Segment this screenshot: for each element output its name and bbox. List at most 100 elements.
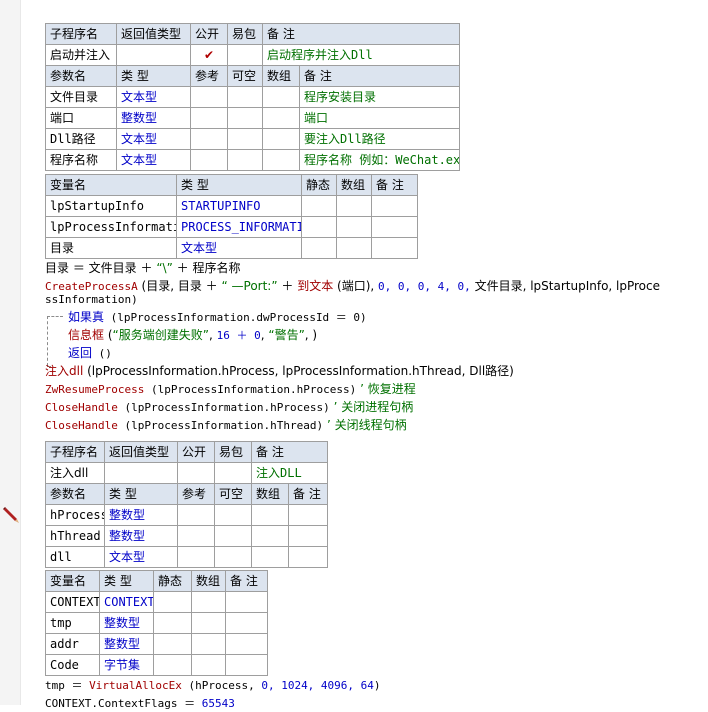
param-array[interactable] (251, 504, 289, 526)
code-line[interactable]: 信息框 (“服务端创建失败”, 16 ＋ 0, “警告”, ) (68, 327, 317, 344)
param-type[interactable]: 整数型 (104, 504, 178, 526)
param-array[interactable] (262, 128, 300, 150)
param-array[interactable] (251, 546, 289, 568)
var-name[interactable]: lpProcessInformation (45, 216, 177, 238)
var-array[interactable] (191, 591, 226, 613)
param-name[interactable]: dll (45, 546, 105, 568)
param-ref[interactable] (177, 546, 215, 568)
var-static[interactable] (153, 591, 192, 613)
var-static[interactable] (301, 237, 337, 259)
var-array[interactable] (191, 654, 226, 676)
code-line[interactable]: 返回 () (68, 345, 112, 362)
variable-row[interactable]: CONTEXT CONTEXT (45, 591, 268, 613)
var-name[interactable]: Code (45, 654, 100, 676)
param-nullable[interactable] (214, 546, 252, 568)
var-static[interactable] (301, 195, 337, 217)
subprogram-remark[interactable]: 启动程序并注入Dll (261, 44, 461, 66)
param-array[interactable] (262, 149, 300, 171)
param-nullable[interactable] (227, 107, 263, 129)
var-static[interactable] (153, 633, 192, 655)
var-remark[interactable] (225, 612, 268, 634)
code-line[interactable]: 目录 ＝ 文件目录 ＋ “\” ＋ 程序名称 (45, 260, 240, 277)
code-line[interactable]: CloseHandle (lpProcessInformation.hProce… (45, 399, 413, 416)
param-name[interactable]: 文件目录 (45, 86, 117, 108)
variable-row[interactable]: 目录 文本型 (45, 237, 418, 259)
param-remark[interactable] (287, 546, 329, 568)
param-row[interactable]: 文件目录 文本型 程序安装目录 (45, 86, 461, 108)
param-array[interactable] (262, 107, 300, 129)
var-name[interactable]: tmp (45, 612, 100, 634)
code-line[interactable]: CONTEXT.ContextFlags ＝ 65543 (45, 696, 235, 712)
var-static[interactable] (153, 654, 192, 676)
param-ref[interactable] (177, 525, 215, 547)
var-static[interactable] (301, 216, 337, 238)
param-ref[interactable] (190, 86, 228, 108)
var-name[interactable]: 目录 (45, 237, 177, 259)
param-type[interactable]: 整数型 (116, 107, 191, 129)
var-remark[interactable] (225, 654, 268, 676)
var-type[interactable]: PROCESS_INFORMATION (176, 216, 302, 238)
code-line[interactable]: tmp ＝ VirtualAllocEx (hProcess, 0, 1024,… (45, 678, 381, 694)
param-nullable[interactable] (227, 149, 263, 171)
param-name[interactable]: 程序名称 (45, 149, 117, 171)
variable-row[interactable]: tmp 整数型 (45, 612, 268, 634)
param-type[interactable]: 文本型 (104, 546, 178, 568)
variable-row[interactable]: addr 整数型 (45, 633, 268, 655)
param-row[interactable]: hProcess 整数型 (45, 504, 329, 526)
subprogram-name[interactable]: 启动并注入 (45, 44, 117, 66)
code-line[interactable]: ZwResumeProcess (lpProcessInformation.hP… (45, 381, 416, 398)
public-check-icon[interactable] (177, 462, 215, 484)
param-row[interactable]: dll 文本型 (45, 546, 329, 568)
param-remark[interactable]: 要注入Dll路径 (298, 128, 461, 150)
var-remark[interactable] (225, 591, 268, 613)
param-type[interactable]: 文本型 (116, 86, 191, 108)
code-line[interactable]: CloseHandle (lpProcessInformation.hThrea… (45, 417, 407, 434)
param-ref[interactable] (190, 149, 228, 171)
param-nullable[interactable] (214, 504, 252, 526)
param-remark[interactable]: 端口 (298, 107, 461, 129)
param-type[interactable]: 文本型 (116, 149, 191, 171)
var-type[interactable]: 整数型 (99, 612, 154, 634)
param-remark[interactable] (287, 525, 329, 547)
var-remark[interactable] (371, 195, 418, 217)
var-type[interactable]: 文本型 (176, 237, 302, 259)
var-type[interactable]: 字节集 (99, 654, 154, 676)
variable-row[interactable]: Code 字节集 (45, 654, 268, 676)
subprogram-epkg[interactable] (227, 44, 263, 66)
param-array[interactable] (262, 86, 300, 108)
param-remark[interactable]: 程序名称 例如：WeChat.exe (298, 149, 461, 171)
param-nullable[interactable] (214, 525, 252, 547)
param-row[interactable]: Dll路径 文本型 要注入Dll路径 (45, 128, 461, 150)
param-ref[interactable] (190, 107, 228, 129)
code-line[interactable]: ssInformation) (45, 292, 138, 308)
param-type[interactable]: 文本型 (116, 128, 191, 150)
var-type[interactable]: STARTUPINFO (176, 195, 302, 217)
param-remark[interactable]: 程序安装目录 (298, 86, 461, 108)
param-name[interactable]: hProcess (45, 504, 105, 526)
var-array[interactable] (336, 237, 372, 259)
param-row[interactable]: 程序名称 文本型 程序名称 例如：WeChat.exe (45, 149, 461, 171)
param-row[interactable]: 端口 整数型 端口 (45, 107, 461, 129)
code-line[interactable]: 注入dll (lpProcessInformation.hProcess, lp… (45, 363, 514, 380)
subprogram-return-type[interactable] (116, 44, 191, 66)
var-name[interactable]: addr (45, 633, 100, 655)
var-array[interactable] (191, 633, 226, 655)
code-line[interactable]: 如果真 (lpProcessInformation.dwProcessId ＝ … (68, 309, 367, 326)
var-name[interactable]: CONTEXT (45, 591, 100, 613)
subprogram-name[interactable]: 注入dll (45, 462, 105, 484)
param-nullable[interactable] (227, 128, 263, 150)
var-array[interactable] (336, 216, 372, 238)
param-name[interactable]: 端口 (45, 107, 117, 129)
public-check-icon[interactable]: ✔ (190, 44, 228, 66)
param-array[interactable] (251, 525, 289, 547)
param-nullable[interactable] (227, 86, 263, 108)
param-ref[interactable] (177, 504, 215, 526)
subprogram-row[interactable]: 注入dll 注入DLL (45, 462, 329, 484)
variable-row[interactable]: lpProcessInformation PROCESS_INFORMATION (45, 216, 418, 238)
variable-row[interactable]: lpStartupInfo STARTUPINFO (45, 195, 418, 217)
param-row[interactable]: hThread 整数型 (45, 525, 329, 547)
var-remark[interactable] (371, 237, 418, 259)
param-name[interactable]: hThread (45, 525, 105, 547)
var-remark[interactable] (225, 633, 268, 655)
var-name[interactable]: lpStartupInfo (45, 195, 177, 217)
